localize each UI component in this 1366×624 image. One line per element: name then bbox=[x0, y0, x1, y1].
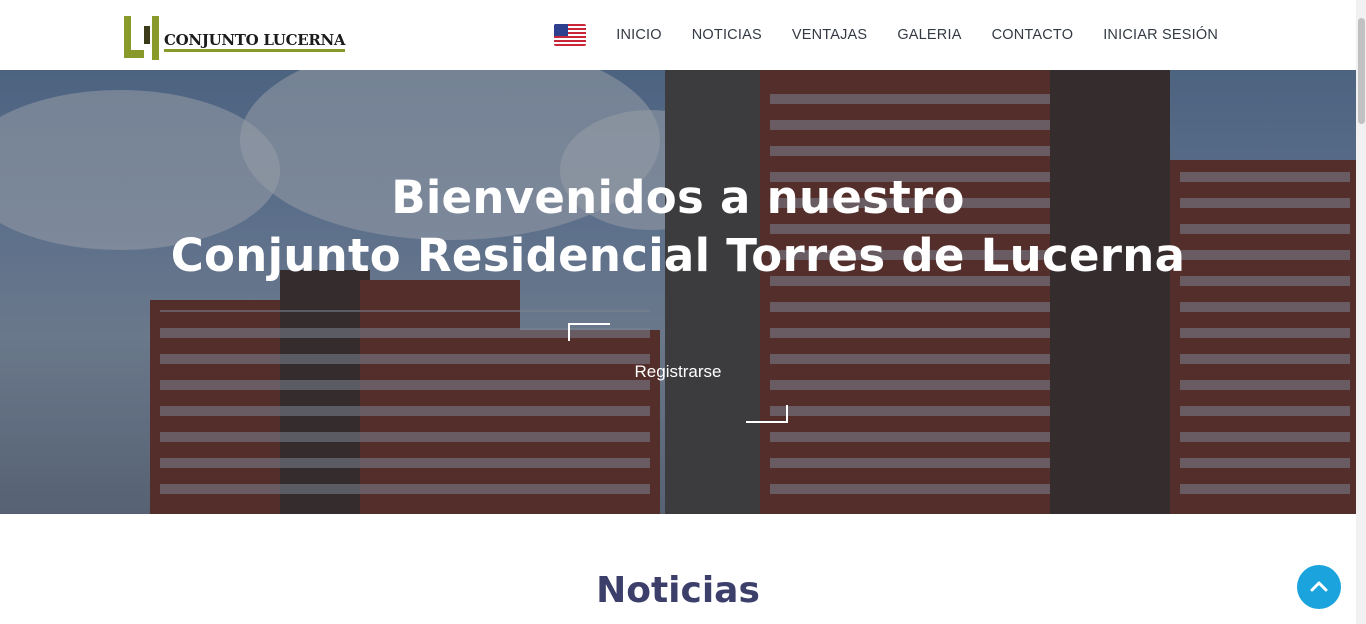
logo[interactable]: CONJUNTO LUCERNA bbox=[122, 14, 346, 62]
scrollbar[interactable] bbox=[1356, 0, 1366, 624]
nav-item-ventajas[interactable]: VENTAJAS bbox=[792, 27, 867, 43]
hero-title-line2: Conjunto Residencial Torres de Lucerna bbox=[170, 229, 1186, 282]
back-to-top-button[interactable] bbox=[1297, 565, 1341, 609]
hero-title-line1: Bienvenidos a nuestro bbox=[391, 171, 965, 224]
hero-overlay bbox=[0, 70, 1356, 514]
corner-bottom-right bbox=[746, 405, 788, 423]
nav-item-noticias[interactable]: NOTICIAS bbox=[692, 27, 762, 43]
nav-item-galeria[interactable]: GALERIA bbox=[897, 27, 961, 43]
register-label: Registrarse bbox=[634, 362, 722, 381]
logo-text: CONJUNTO LUCERNA bbox=[164, 32, 346, 52]
scrollbar-thumb[interactable] bbox=[1358, 18, 1365, 124]
nav-item-inicio[interactable]: INICIO bbox=[616, 27, 662, 43]
register-button[interactable]: Registrarse bbox=[568, 323, 788, 423]
main-nav: INICIO NOTICIAS VENTAJAS GALERIA CONTACT… bbox=[554, 0, 1218, 70]
section-title-noticias: Noticias bbox=[596, 570, 760, 611]
chevron-up-icon bbox=[1310, 581, 1328, 592]
nav-item-iniciar-sesion[interactable]: INICIAR SESIÓN bbox=[1103, 27, 1218, 43]
logo-mark bbox=[122, 14, 162, 62]
site-header: CONJUNTO LUCERNA INICIO NOTICIAS VENTAJA… bbox=[0, 0, 1356, 70]
us-flag-icon[interactable] bbox=[554, 24, 587, 46]
nav-item-contacto[interactable]: CONTACTO bbox=[992, 27, 1074, 43]
hero-banner: Bienvenidos a nuestro Conjunto Residenci… bbox=[0, 70, 1356, 514]
corner-top-left bbox=[568, 323, 610, 341]
